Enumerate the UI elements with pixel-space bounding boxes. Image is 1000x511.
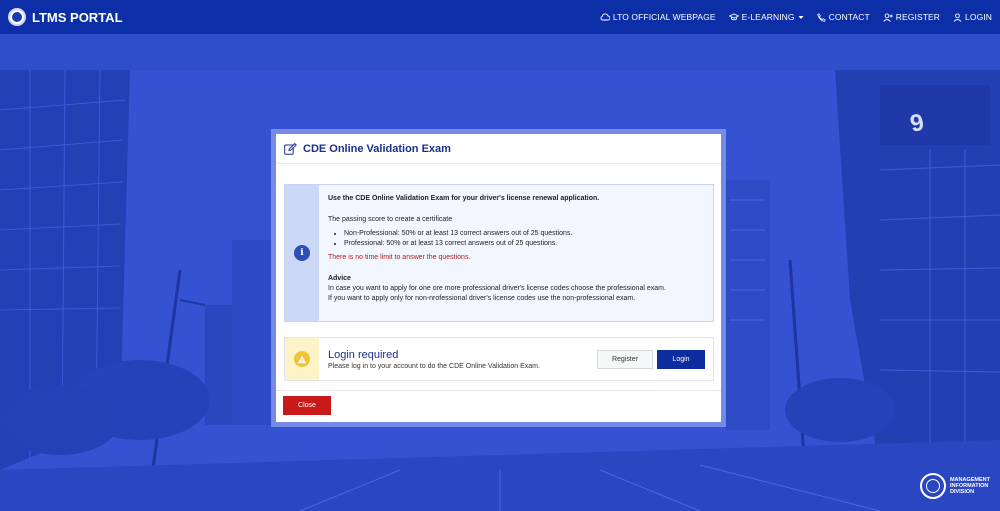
modal-header: CDE Online Validation Exam [276, 134, 721, 164]
close-button[interactable]: Close [283, 396, 331, 415]
cde-exam-modal: CDE Online Validation Exam i Use the CDE… [276, 134, 721, 422]
login-required-alert: Login required Please log in to your acc… [284, 337, 714, 381]
nav-links: LTO OFFICIAL WEBPAGE E-LEARNING CONTACT … [600, 12, 992, 22]
edit-icon [284, 142, 297, 155]
list-item: Professional: 50% or at least 13 correct… [344, 239, 666, 249]
graduation-cap-icon [728, 13, 739, 21]
time-limit-note: There is no time limit to answer the que… [328, 254, 471, 261]
info-content: Use the CDE Online Validation Exam for y… [319, 185, 675, 321]
chevron-down-icon [798, 15, 804, 19]
header-band [0, 34, 1000, 70]
lto-seal-icon [919, 473, 946, 499]
nav-login[interactable]: LOGIN [953, 12, 992, 22]
phone-icon [816, 12, 826, 22]
warning-icon [294, 351, 310, 367]
user-plus-icon [883, 12, 893, 22]
warning-alert-side [285, 338, 319, 380]
nav-register[interactable]: REGISTER [883, 12, 940, 22]
nav-lto-official-webpage[interactable]: LTO OFFICIAL WEBPAGE [600, 12, 716, 22]
advice-title: Advice [328, 275, 351, 282]
modal-footer: Close [276, 390, 721, 422]
info-alert-side: i [285, 185, 319, 321]
nav-link-label: CONTACT [828, 12, 870, 22]
advice-line: If you want to apply only for non-nrofes… [328, 295, 636, 302]
nav-link-label: REGISTER [895, 12, 941, 22]
login-text: Login required Please log in to your acc… [319, 349, 540, 370]
modal-backdrop-frame: CDE Online Validation Exam i Use the CDE… [271, 129, 726, 427]
cloud-icon [600, 13, 610, 21]
register-button[interactable]: Register [597, 349, 653, 369]
login-button[interactable]: Login [657, 349, 705, 369]
nav-contact[interactable]: CONTACT [816, 12, 870, 22]
nav-link-label: LTO OFFICIAL WEBPAGE [612, 12, 716, 22]
passing-score-list: Non-Professional: 50% or at least 13 cor… [344, 229, 666, 249]
lto-logo-icon [8, 8, 26, 26]
list-item: Non-Professional: 50% or at least 13 cor… [344, 229, 666, 239]
nav-e-learning[interactable]: E-LEARNING [728, 12, 804, 22]
mid-logo-text: MANAGEMENT INFORMATION DIVISION [949, 477, 990, 495]
info-heading: Use the CDE Online Validation Exam for y… [328, 195, 600, 202]
advice-line: In case you want to apply for one ore mo… [328, 285, 666, 292]
brand[interactable]: LTMS PORTAL [8, 8, 123, 26]
modal-title: CDE Online Validation Exam [303, 142, 451, 155]
login-required-description: Please log in to your account to do the … [328, 362, 540, 370]
nav-link-label: E-LEARNING [741, 12, 795, 22]
nav-link-label: LOGIN [965, 12, 992, 22]
login-buttons: Register Login [597, 349, 713, 369]
user-icon [953, 12, 962, 22]
mid-logo: MANAGEMENT INFORMATION DIVISION [919, 473, 990, 499]
info-icon: i [294, 245, 310, 261]
passing-score-label: The passing score to create a certificat… [328, 216, 453, 223]
top-navbar: LTMS PORTAL LTO OFFICIAL WEBPAGE E-LEARN… [0, 0, 1000, 34]
login-required-title: Login required [328, 348, 399, 361]
brand-title: LTMS PORTAL [32, 9, 123, 25]
exam-info-alert: i Use the CDE Online Validation Exam for… [284, 184, 714, 322]
